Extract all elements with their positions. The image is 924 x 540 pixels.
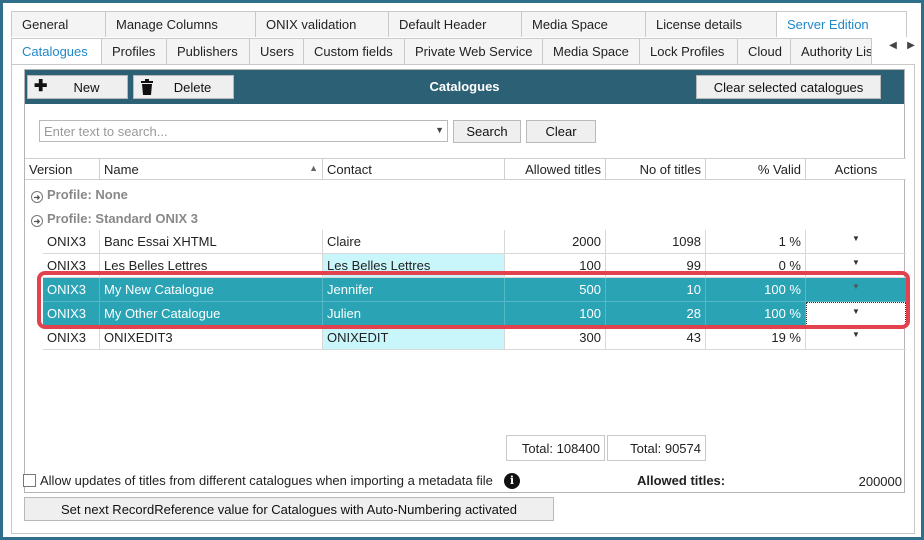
chevron-down-icon: ▼: [852, 330, 860, 339]
clear-button[interactable]: Clear: [526, 120, 596, 143]
tab-authority-list[interactable]: Authority List: [790, 38, 872, 64]
new-button[interactable]: ✚ New: [27, 75, 128, 99]
group-row[interactable]: ➜ Profile: None: [25, 182, 904, 206]
tab-manage-columns[interactable]: Manage Columns: [105, 11, 256, 37]
total-no-of-titles: Total: 90574: [607, 435, 706, 461]
column-header-version[interactable]: Version: [25, 158, 100, 180]
catalogues-grid-container: ✚ New Delete Catalogues Clear selected c…: [24, 69, 910, 493]
column-header-valid[interactable]: % Valid: [706, 158, 806, 180]
row-actions-dropdown[interactable]: ▼: [806, 302, 906, 326]
tab-onix-validation[interactable]: ONIX validation: [255, 11, 389, 37]
tab-profiles[interactable]: Profiles: [101, 38, 167, 64]
tab-custom-fields[interactable]: Custom fields: [303, 38, 405, 64]
allow-updates-label: Allow updates of titles from different c…: [40, 473, 493, 488]
table-row[interactable]: ONIX3 Banc Essai XHTML Claire 2000 1098 …: [25, 230, 906, 254]
tab-lock-profiles[interactable]: Lock Profiles: [639, 38, 738, 64]
search-combobox[interactable]: ▼: [39, 120, 448, 142]
plus-icon: ✚: [34, 78, 48, 95]
chevron-left-icon[interactable]: ◀: [887, 40, 899, 51]
expand-icon[interactable]: ➜: [31, 191, 43, 203]
collapse-icon[interactable]: ➜: [31, 215, 43, 227]
column-header-actions[interactable]: Actions: [806, 158, 906, 180]
row-actions-dropdown[interactable]: ▼: [806, 326, 906, 350]
allowed-titles-label: Allowed titles:: [637, 473, 726, 488]
tab-server-edition[interactable]: Server Edition: [776, 11, 907, 37]
tab-publishers[interactable]: Publishers: [166, 38, 250, 64]
chevron-down-icon: ▼: [852, 258, 860, 267]
info-icon[interactable]: i: [504, 473, 520, 489]
total-allowed-titles: Total: 108400: [506, 435, 605, 461]
search-button[interactable]: Search: [453, 120, 521, 143]
table-row[interactable]: ONIX3 Les Belles Lettres Les Belles Lett…: [25, 254, 906, 278]
search-input[interactable]: [40, 121, 430, 141]
trash-icon: [140, 79, 154, 99]
tab-general[interactable]: General: [11, 11, 106, 37]
clear-selected-catalogues-button[interactable]: Clear selected catalogues: [696, 75, 881, 99]
tab-license-details[interactable]: License details: [645, 11, 777, 37]
tab-row-bottom: Catalogues Profiles Publishers Users Cus…: [11, 38, 872, 65]
window-frame: General Manage Columns ONIX validation D…: [0, 0, 924, 540]
chevron-down-icon: ▼: [852, 307, 860, 316]
row-actions-dropdown[interactable]: ▼: [806, 278, 906, 302]
set-record-reference-button[interactable]: Set next RecordReference value for Catal…: [24, 497, 554, 521]
chevron-down-icon: ▼: [852, 282, 860, 291]
chevron-down-icon: ▼: [852, 234, 860, 243]
column-header-name[interactable]: Name ▲: [100, 158, 323, 180]
tab-cloud[interactable]: Cloud: [737, 38, 791, 64]
tab-catalogues[interactable]: Catalogues: [11, 38, 102, 65]
chevron-right-icon[interactable]: ▶: [905, 40, 917, 51]
tab-users[interactable]: Users: [249, 38, 304, 64]
tab-scroll-arrows: ◀ ▶: [887, 40, 917, 51]
tab-default-header[interactable]: Default Header: [388, 11, 522, 37]
allow-updates-checkbox[interactable]: [23, 474, 36, 487]
tab-row-top: General Manage Columns ONIX validation D…: [11, 11, 907, 37]
table-row-selected[interactable]: ONIX3 My New Catalogue Jennifer 500 10 1…: [25, 278, 906, 302]
tab-private-web-service[interactable]: Private Web Service: [404, 38, 543, 64]
tab-media-space[interactable]: Media Space: [521, 11, 646, 37]
catalogues-panel: ✚ New Delete Catalogues Clear selected c…: [11, 64, 915, 534]
column-header-no-of-titles[interactable]: No of titles: [606, 158, 706, 180]
row-actions-dropdown[interactable]: ▼: [806, 254, 906, 278]
catalogues-toolbar: ✚ New Delete Catalogues Clear selected c…: [25, 70, 904, 104]
tab-media-space-2[interactable]: Media Space: [542, 38, 640, 64]
row-actions-dropdown[interactable]: ▼: [806, 230, 906, 254]
column-header-allowed-titles[interactable]: Allowed titles: [505, 158, 606, 180]
allowed-titles-value: 200000: [858, 474, 902, 489]
column-header-contact[interactable]: Contact: [323, 158, 505, 180]
sort-ascending-icon: ▲: [309, 163, 318, 173]
group-row[interactable]: ➜ Profile: Standard ONIX 3: [25, 206, 904, 230]
table-row-selected[interactable]: ONIX3 My Other Catalogue Julien 100 28 1…: [25, 302, 906, 326]
delete-button[interactable]: Delete: [133, 75, 234, 99]
table-row[interactable]: ONIX3 ONIXEDIT3 ONIXEDIT 300 43 19 % ▼: [25, 326, 906, 350]
chevron-down-icon[interactable]: ▼: [435, 125, 444, 135]
